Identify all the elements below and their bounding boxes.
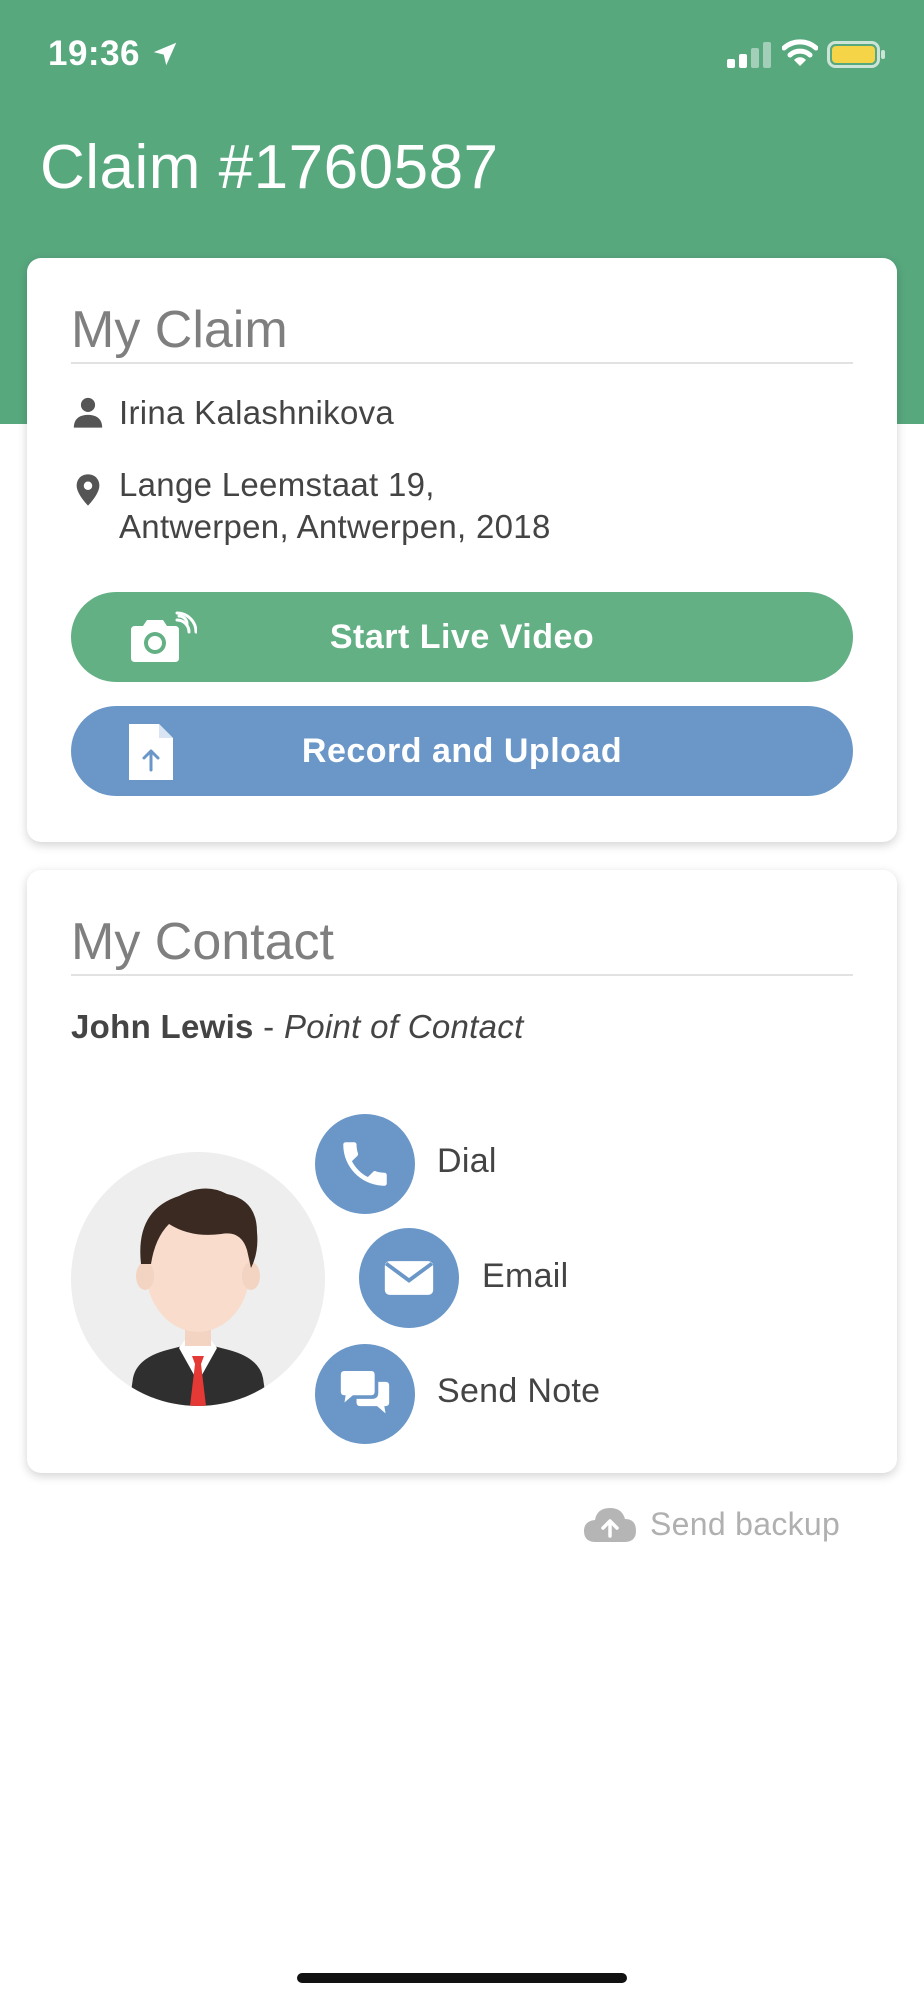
my-claim-card: My Claim Irina Kalashnikova Lange Leemst…: [27, 258, 897, 842]
send-backup-label: Send backup: [650, 1505, 841, 1542]
chat-bubbles-icon: [340, 1371, 390, 1414]
my-claim-title: My Claim: [71, 300, 853, 364]
email-label[interactable]: Email: [482, 1257, 569, 1296]
camera-live-icon: [131, 611, 197, 662]
phone-icon: [343, 1142, 387, 1186]
claimant-name: Irina Kalashnikova: [119, 394, 395, 431]
map-pin-icon: [76, 474, 100, 506]
file-upload-icon: [129, 724, 173, 780]
address-row: Lange Leemstaat 19, Antwerpen, Antwerpen…: [71, 464, 551, 548]
contact-role: Point of Contact: [283, 1008, 524, 1045]
record-and-upload-label: Record and Upload: [301, 731, 623, 770]
location-arrow-icon: [153, 42, 177, 66]
status-time: 19:36: [48, 34, 141, 73]
dial-label[interactable]: Dial: [437, 1142, 497, 1181]
my-contact-card: My Contact John Lewis - Point of Contact…: [27, 870, 897, 1473]
send-backup-button[interactable]: Send backup: [582, 1504, 840, 1544]
home-indicator[interactable]: [297, 1973, 627, 1983]
wifi-icon: [782, 39, 818, 66]
person-icon: [73, 397, 103, 428]
start-live-video-button[interactable]: Start Live Video: [71, 592, 853, 682]
claimant-row: Irina Kalashnikova: [71, 392, 394, 434]
page-title: Claim #1760587: [40, 133, 499, 202]
contact-line: John Lewis - Point of Contact: [71, 1008, 524, 1046]
cellular-signal-icon: [727, 42, 771, 68]
contact-avatar-image: [129, 1188, 267, 1406]
start-live-video-label: Start Live Video: [329, 617, 595, 656]
email-button[interactable]: [359, 1228, 459, 1328]
send-note-label[interactable]: Send Note: [437, 1372, 600, 1411]
send-note-button[interactable]: [315, 1344, 415, 1444]
address-line-2: Antwerpen, Antwerpen, 2018: [119, 508, 551, 545]
battery-icon: [827, 41, 885, 68]
my-contact-title: My Contact: [71, 912, 853, 976]
address-text: Lange Leemstaat 19, Antwerpen, Antwerpen…: [119, 464, 551, 548]
record-and-upload-button[interactable]: Record and Upload: [71, 706, 853, 796]
status-bar: 19:36: [0, 0, 924, 110]
cloud-upload-icon: [584, 1508, 636, 1542]
dial-button[interactable]: [315, 1114, 415, 1214]
battery-level: [832, 46, 875, 63]
contact-avatar: [71, 1152, 325, 1406]
contact-name: John Lewis: [71, 1008, 254, 1045]
contact-separator: -: [253, 1008, 284, 1045]
address-line-1: Lange Leemstaat 19,: [119, 466, 435, 503]
envelope-icon: [384, 1261, 434, 1295]
